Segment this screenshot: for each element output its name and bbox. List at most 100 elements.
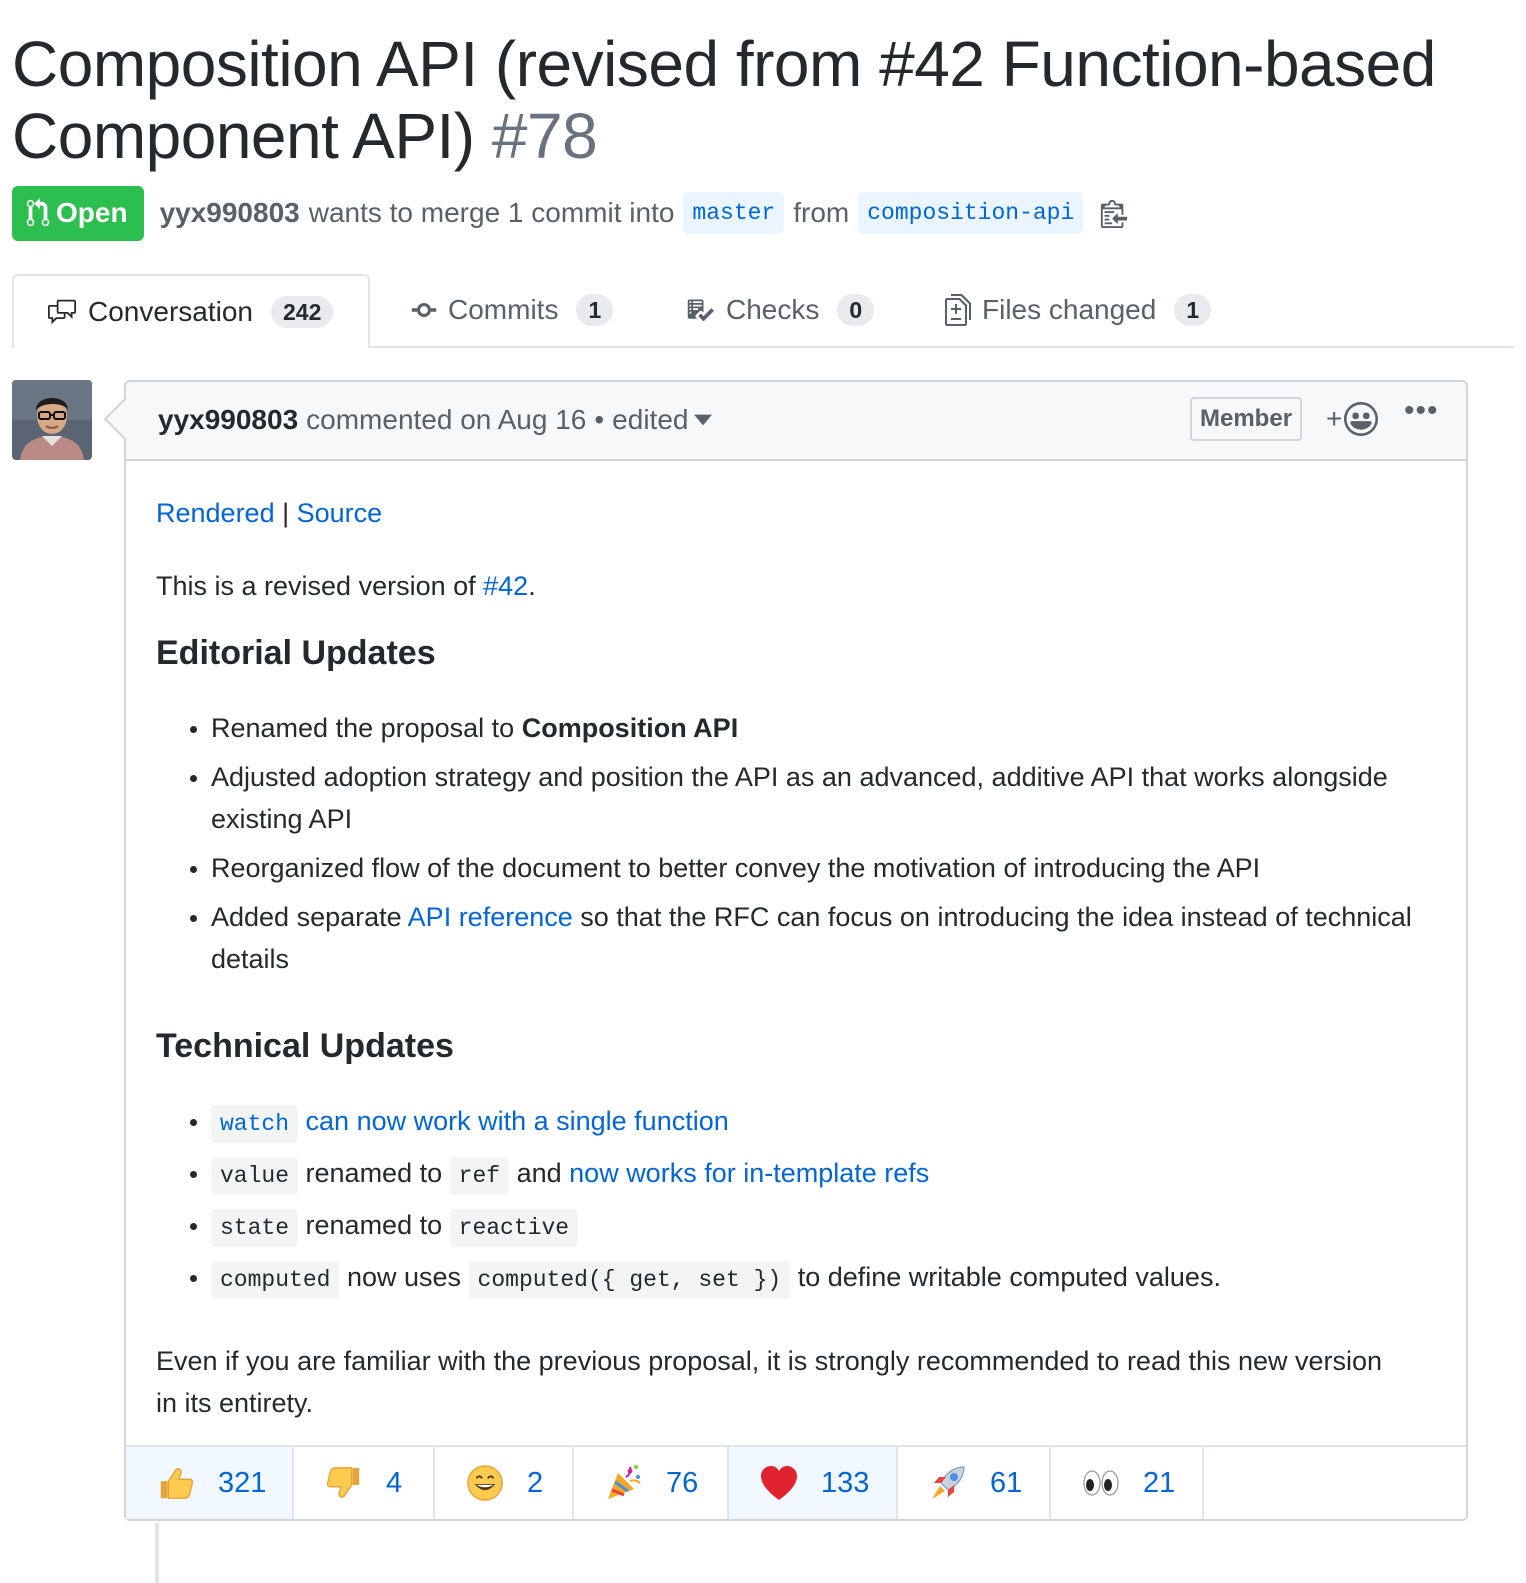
watch-code: watch: [211, 1105, 299, 1143]
technical-heading: Technical Updates: [156, 1027, 454, 1065]
meta-separator: •: [594, 404, 605, 435]
list-item: watch can now work with a single functio…: [211, 1100, 1436, 1145]
add-reaction-button[interactable]: +: [1326, 402, 1379, 436]
git-commit-icon: [411, 303, 437, 317]
watch-link-text: can now work with a single function: [305, 1106, 729, 1136]
thumbs-down-icon: [324, 1463, 364, 1503]
editorial-heading: Editorial Updates: [156, 634, 436, 672]
pr-title-text: Composition API (revised from #42 Functi…: [12, 28, 1436, 172]
tab-files-changed[interactable]: Files changed 1: [944, 274, 1212, 346]
author-association-badge: Member: [1190, 397, 1303, 441]
value-code: value: [211, 1157, 299, 1195]
pr-title: Composition API (revised from #42 Functi…: [12, 28, 1502, 172]
head-branch[interactable]: composition-api: [858, 192, 1084, 234]
pr-author-link[interactable]: yyx990803: [160, 197, 300, 229]
reaction-count: 4: [386, 1466, 403, 1499]
api-reference-link[interactable]: API reference: [408, 902, 573, 932]
avatar[interactable]: [12, 380, 92, 460]
list-item: Added separate API reference so that the…: [211, 896, 1436, 980]
tab-commits-count: 1: [576, 294, 614, 326]
issue-42-link[interactable]: #42: [483, 571, 528, 601]
merge-text: wants to merge 1 commit into: [308, 197, 675, 228]
intro-suffix: .: [528, 571, 536, 601]
closing-paragraph: Even if you are familiar with the previo…: [156, 1346, 1383, 1418]
tab-checks-label: Checks: [726, 294, 820, 325]
smiley-icon: [1344, 402, 1379, 436]
reaction-count: 76: [666, 1466, 699, 1499]
eyes-icon: [1081, 1463, 1121, 1503]
reaction-count: 321: [218, 1466, 267, 1499]
heart-icon: [759, 1463, 799, 1503]
reactive-code: reactive: [449, 1209, 579, 1247]
computed-getset-code: computed({ get, set }): [468, 1261, 791, 1299]
source-link[interactable]: Source: [297, 498, 383, 528]
state-code: state: [211, 1209, 299, 1247]
from-text: from: [793, 197, 850, 228]
tab-conversation[interactable]: Conversation 242: [12, 274, 370, 348]
tab-conversation-label: Conversation: [88, 296, 253, 327]
comment-timestamp[interactable]: commented on Aug 16: [306, 404, 586, 436]
reaction-count: 133: [821, 1466, 870, 1499]
laugh-icon: [465, 1463, 505, 1503]
watch-link[interactable]: watch can now work with a single functio…: [211, 1105, 729, 1143]
list-item: Reorganized flow of the document to bett…: [211, 847, 1436, 889]
comment-meta: yyx990803 commented on Aug 16 • edited: [158, 404, 713, 436]
reaction-eyes[interactable]: 21: [1051, 1447, 1204, 1519]
comment-header: yyx990803 commented on Aug 16 • edited M…: [126, 382, 1466, 461]
state-label: Open: [56, 197, 128, 228]
list-item: computed now uses computed({ get, set })…: [211, 1256, 1436, 1301]
add-reaction-plus: +: [1326, 403, 1343, 434]
list-item: Renamed the proposal to Composition API: [211, 707, 1436, 749]
pr-meta: Open yyx990803 wants to merge 1 commit i…: [12, 185, 1128, 241]
pr-number: #78: [491, 100, 598, 172]
checklist-icon: [687, 299, 714, 322]
reaction-count: 21: [1143, 1466, 1176, 1499]
renamed-text: renamed to: [305, 1210, 443, 1240]
editorial-item-4-prefix: Added separate: [211, 902, 408, 932]
list-item: Adjusted adoption strategy and position …: [211, 756, 1436, 840]
tab-conversation-count: 242: [270, 296, 334, 328]
reaction-thumbs-down[interactable]: 4: [294, 1447, 435, 1519]
renamed-text: renamed to: [305, 1158, 443, 1188]
list-item: value renamed to ref and now works for i…: [211, 1152, 1436, 1197]
intro-paragraph: This is a revised version of #42.: [156, 565, 536, 607]
tab-checks[interactable]: Checks 0: [684, 274, 875, 346]
reaction-hooray[interactable]: 76: [574, 1447, 729, 1519]
intro-prefix: This is a revised version of: [156, 571, 484, 601]
tab-checks-count: 0: [837, 294, 875, 326]
reaction-count: 2: [527, 1466, 544, 1499]
git-pull-request-icon: [26, 198, 50, 227]
edited-label: edited: [612, 404, 689, 435]
reaction-laugh[interactable]: 2: [435, 1447, 574, 1519]
file-diff-icon: [945, 294, 971, 326]
editorial-list: Renamed the proposal to Composition API …: [156, 707, 1436, 987]
tab-commits-label: Commits: [448, 294, 559, 325]
technical-list: watch can now work with a single functio…: [156, 1100, 1436, 1308]
links-divider: |: [282, 498, 290, 528]
rocket-icon: [928, 1463, 968, 1503]
editorial-item-1-bold: Composition API: [521, 713, 739, 743]
pr-tabs: Conversation 242 Commits 1 Checks 0 File…: [12, 274, 1514, 348]
state-badge: Open: [12, 185, 144, 241]
list-item: state renamed to reactive: [211, 1204, 1436, 1249]
editorial-item-1-text: Renamed the proposal to: [211, 713, 522, 743]
chevron-down-icon: [694, 414, 713, 426]
reaction-heart[interactable]: 133: [729, 1447, 898, 1519]
comment-author-link[interactable]: yyx990803: [158, 404, 298, 436]
reaction-rocket[interactable]: 61: [898, 1447, 1051, 1519]
writable-text: to define writable computed values.: [797, 1262, 1221, 1292]
computed-code: computed: [211, 1261, 340, 1299]
reaction-count: 61: [990, 1466, 1023, 1499]
edited-dropdown[interactable]: edited: [612, 404, 713, 436]
ref-code: ref: [449, 1157, 510, 1195]
timeline-line: [155, 1523, 159, 1583]
party-popper-icon: [604, 1463, 644, 1503]
base-branch[interactable]: master: [683, 192, 785, 234]
merge-summary: yyx990803 wants to merge 1 commit into m…: [160, 192, 1129, 234]
rendered-link[interactable]: Rendered: [156, 498, 275, 528]
tab-commits[interactable]: Commits 1: [410, 274, 614, 346]
reaction-thumbs-up[interactable]: 321: [126, 1447, 294, 1519]
clippy-copy-icon[interactable]: [1100, 198, 1128, 228]
template-refs-link[interactable]: now works for in-template refs: [569, 1158, 929, 1188]
more-options-icon[interactable]: •••: [1404, 394, 1439, 428]
